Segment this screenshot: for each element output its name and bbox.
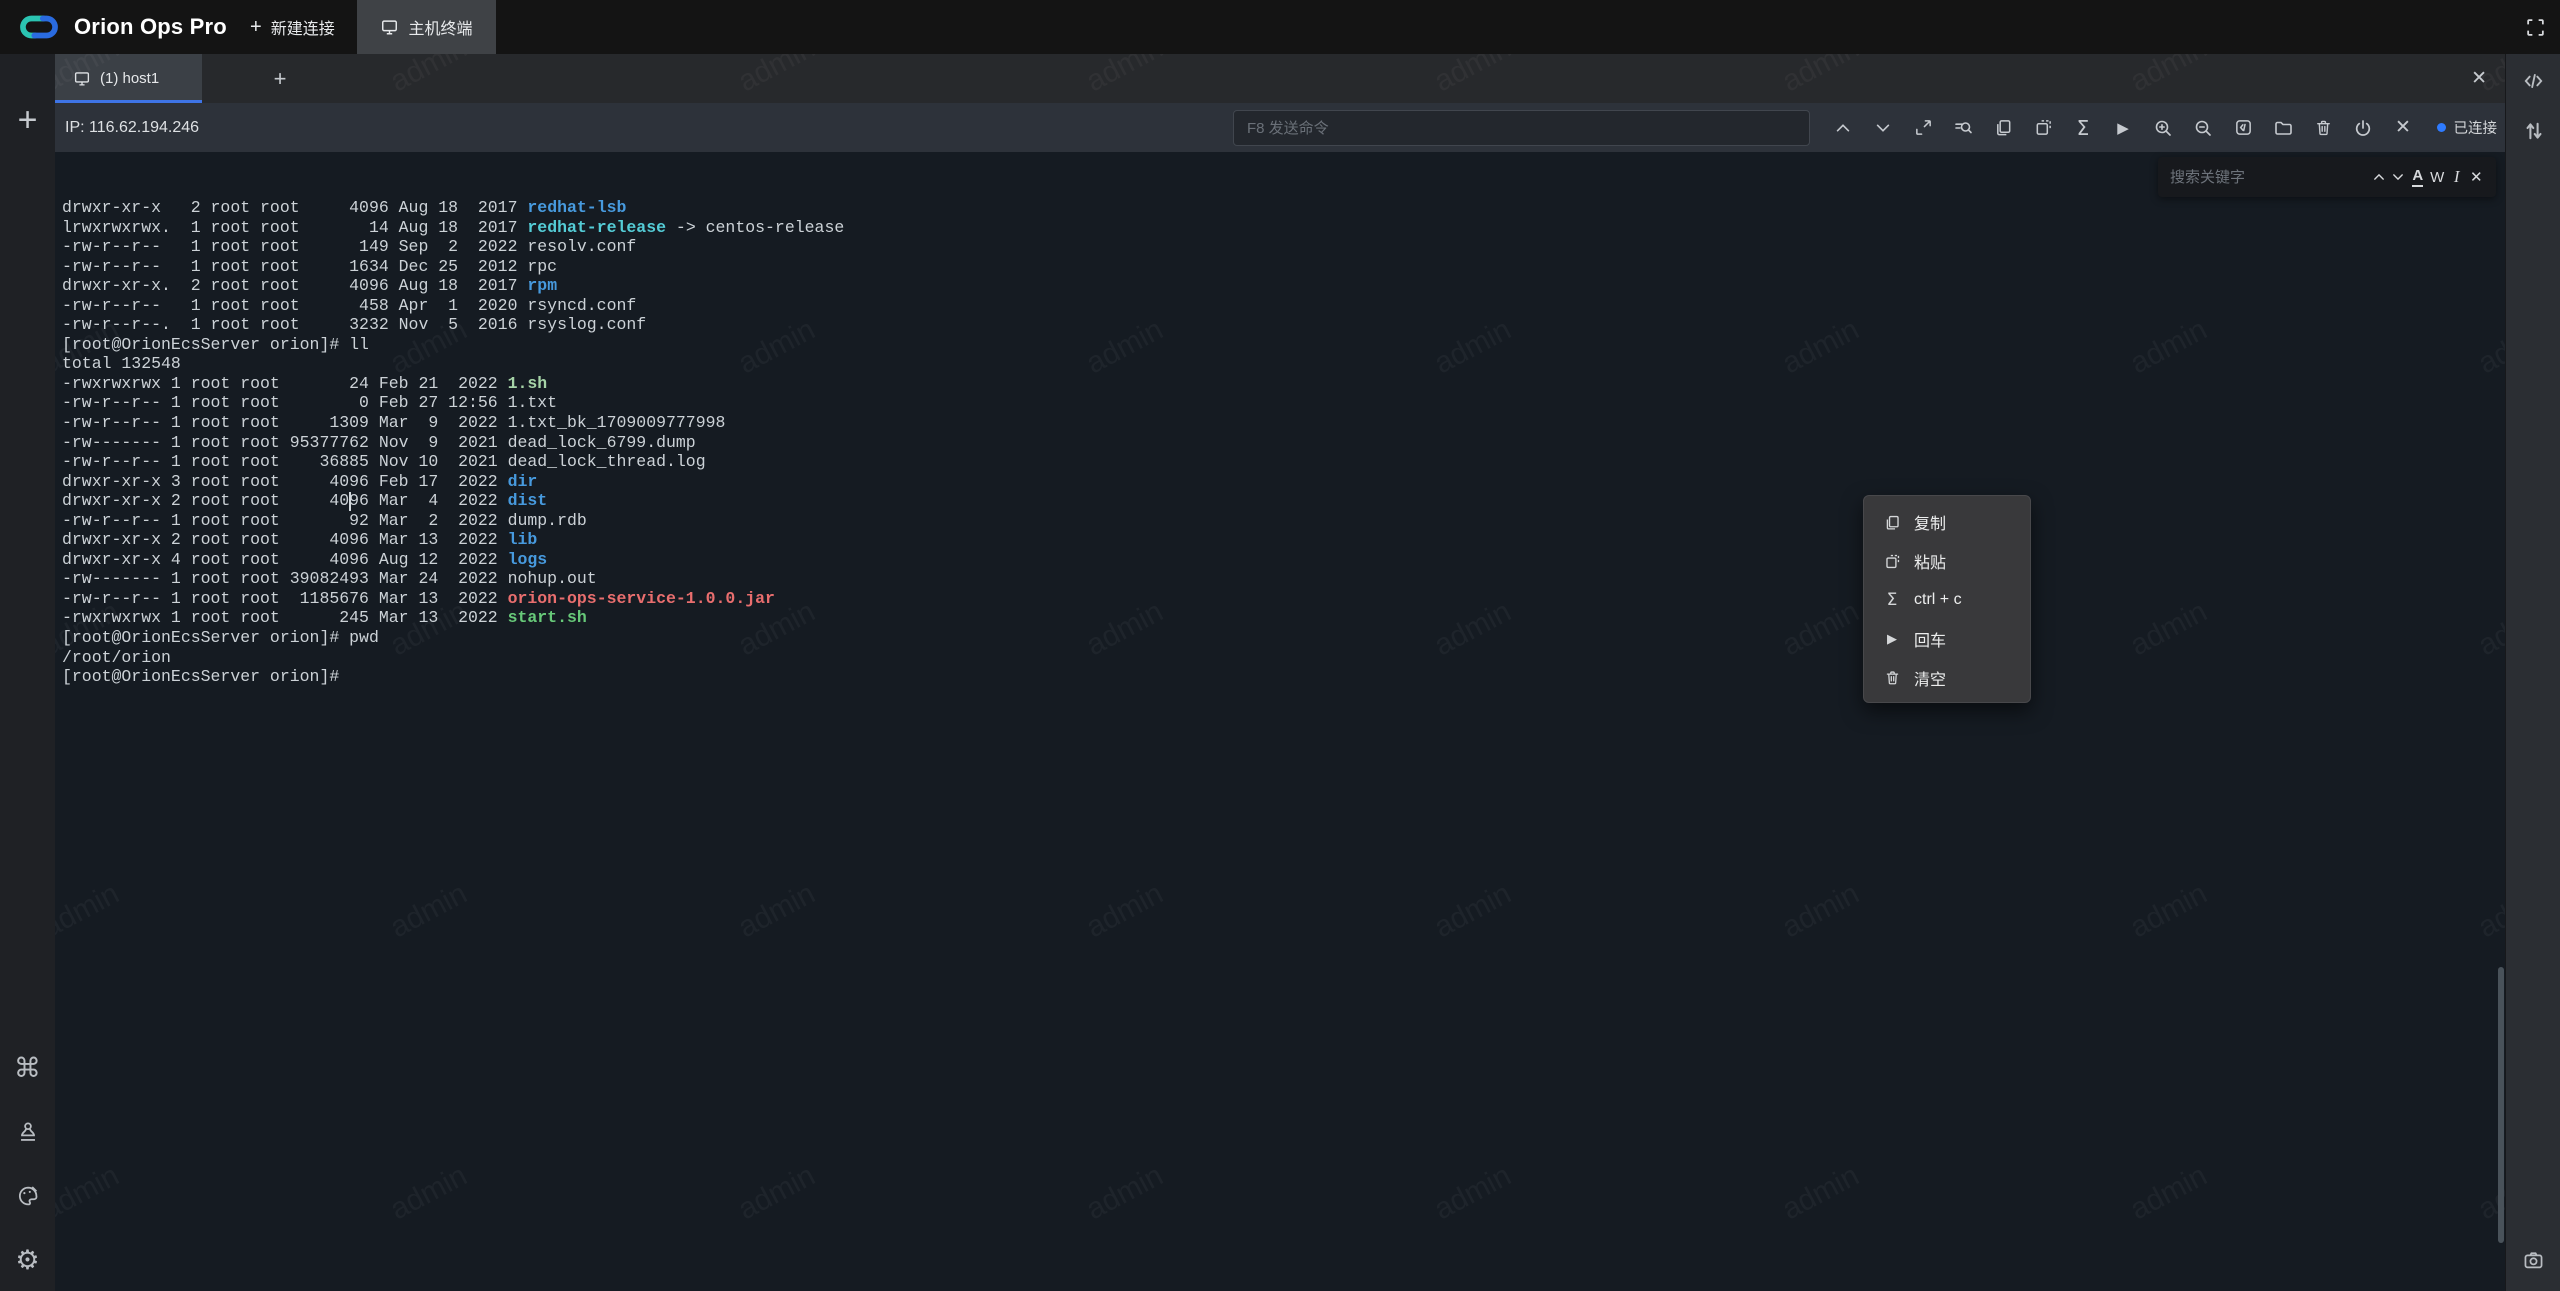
regex-icon[interactable]: I: [2447, 157, 2467, 197]
send-command-input[interactable]: [1233, 110, 1810, 146]
nav-tab-new-connection[interactable]: + 新建连接: [232, 0, 353, 54]
app-header: Orion Ops Pro + 新建连接 主机终端: [0, 0, 2560, 54]
chevron-down-icon[interactable]: [1863, 103, 1903, 152]
match-case-icon[interactable]: A: [2408, 157, 2428, 197]
status-label: 已连接: [2454, 117, 2498, 138]
right-sidebar: [2505, 54, 2560, 1291]
stamp-icon[interactable]: [0, 1111, 55, 1153]
code-icon[interactable]: [2506, 58, 2560, 104]
monitor-icon: [73, 70, 91, 87]
terminal-line: -rw-r--r-- 1 root root 458 Apr 1 2020 rs…: [62, 296, 2505, 316]
sigma-icon[interactable]: Σ: [2063, 103, 2103, 152]
paste-icon: [1883, 553, 1901, 570]
terminal-line: -rw-r--r-- 1 root root 0 Feb 27 12:56 1.…: [62, 393, 2505, 413]
search-prev-icon[interactable]: [2369, 157, 2389, 197]
menu-item-paste[interactable]: 粘贴: [1864, 542, 2030, 581]
search-next-icon[interactable]: [2389, 157, 2409, 197]
terminal-line: -rw-r--r-- 1 root root 1309 Mar 9 2022 1…: [62, 413, 2505, 433]
zoom-in-icon[interactable]: [2143, 103, 2183, 152]
terminal-line: [root@OrionEcsServer orion]# ll: [62, 335, 2505, 355]
copy-icon: [1883, 514, 1901, 531]
terminal-line: -rw-r--r-- 1 root root 1185676 Mar 13 20…: [62, 589, 2505, 609]
terminal-toolbar: Σ ▶ ✕: [1823, 103, 2423, 152]
terminal-line: -rw-r--r-- 1 root root 36885 Nov 10 2021…: [62, 452, 2505, 472]
close-terminal-icon[interactable]: ✕: [2471, 54, 2487, 103]
command-icon[interactable]: ⌘: [0, 1047, 55, 1089]
menu-item-enter[interactable]: ▶ 回车: [1864, 619, 2030, 658]
menu-item-clear[interactable]: 清空: [1864, 658, 2030, 697]
settings-gear-icon[interactable]: ⚙: [0, 1239, 55, 1281]
add-connection-button[interactable]: +: [0, 100, 55, 140]
terminal-scrollbar-thumb[interactable]: [2498, 967, 2504, 1243]
expand-icon[interactable]: [1903, 103, 1943, 152]
terminal-line: drwxr-xr-x 3 root root 4096 Feb 17 2022 …: [62, 472, 2505, 492]
terminal-line: [root@OrionEcsServer orion]#: [62, 667, 2505, 687]
terminal-line: drwxr-xr-x 2 root root 4096 Aug 18 2017 …: [62, 198, 2505, 218]
terminal-line: -rwxrwxrwx 1 root root 245 Mar 13 2022 s…: [62, 608, 2505, 628]
search-close-icon[interactable]: ✕: [2467, 157, 2487, 197]
whole-word-icon[interactable]: W: [2428, 157, 2448, 197]
play-icon: ▶: [1883, 631, 1901, 647]
terminal-screen[interactable]: drwxr-xr-x 2 root root 4096 Aug 18 2017 …: [55, 152, 2505, 1291]
terminal-line: -rw-r--r-- 1 root root 149 Sep 2 2022 re…: [62, 237, 2505, 257]
brand: Orion Ops Pro: [16, 0, 227, 54]
folder-icon[interactable]: [2263, 103, 2303, 152]
paste-icon[interactable]: [2023, 103, 2063, 152]
trash-icon[interactable]: [2303, 103, 2343, 152]
code-block-icon[interactable]: [2223, 103, 2263, 152]
terminal-line: drwxr-xr-x 2 root root 4096 Mar 4 2022 d…: [62, 491, 2505, 511]
session-tab-bar: (1) host1 + ✕: [55, 54, 2505, 103]
session-tab-host1[interactable]: (1) host1: [55, 54, 202, 103]
connection-bar: IP: 116.62.194.246 Σ ▶: [55, 103, 2505, 152]
play-icon[interactable]: ▶: [2103, 103, 2143, 152]
zoom-out-icon[interactable]: [2183, 103, 2223, 152]
terminal-line: drwxr-xr-x 4 root root 4096 Aug 12 2022 …: [62, 550, 2505, 570]
terminal-search-panel: A W I ✕: [2158, 157, 2496, 197]
nav-tab-host-terminal[interactable]: 主机终端: [357, 0, 496, 54]
terminal-line: total 132548: [62, 354, 2505, 374]
terminal-line: lrwxrwxrwx. 1 root root 14 Aug 18 2017 r…: [62, 218, 2505, 238]
monitor-icon: [380, 18, 399, 36]
close-icon[interactable]: ✕: [2383, 103, 2423, 152]
terminal-line: drwxr-xr-x 2 root root 4096 Mar 13 2022 …: [62, 530, 2505, 550]
power-icon[interactable]: [2343, 103, 2383, 152]
terminal-line: -rw-r--r-- 1 root root 1634 Dec 25 2012 …: [62, 257, 2505, 277]
terminal-line: -rw------- 1 root root 95377762 Nov 9 20…: [62, 433, 2505, 453]
screenshot-camera-icon[interactable]: [2506, 1239, 2560, 1281]
palette-icon[interactable]: [0, 1175, 55, 1217]
trash-icon: [1883, 669, 1901, 686]
new-session-tab-button[interactable]: +: [263, 54, 297, 103]
terminal-line: [root@OrionEcsServer orion]# pwd: [62, 628, 2505, 648]
connection-status: 已连接: [2437, 103, 2498, 152]
plus-icon: +: [250, 16, 262, 39]
menu-item-ctrl-c[interactable]: Σ ctrl + c: [1864, 581, 2030, 620]
context-menu: 复制 粘贴 Σ ctrl + c ▶ 回车 清空: [1863, 495, 2031, 703]
app-logo-icon: [16, 10, 62, 44]
left-sidebar: + ⌘ ⚙: [0, 54, 55, 1291]
menu-item-copy[interactable]: 复制: [1864, 503, 2030, 542]
text-cursor: [349, 492, 351, 511]
swap-vertical-icon[interactable]: [2506, 108, 2560, 154]
copy-icon[interactable]: [1983, 103, 2023, 152]
status-dot: [2437, 123, 2446, 132]
terminal-line: /root/orion: [62, 648, 2505, 668]
terminal-line: -rw-r--r-- 1 root root 92 Mar 2 2022 dum…: [62, 511, 2505, 531]
fullscreen-icon[interactable]: [2525, 0, 2546, 54]
terminal-line: -rwxrwxrwx 1 root root 24 Feb 21 2022 1.…: [62, 374, 2505, 394]
terminal-line: -rw-r--r--. 1 root root 3232 Nov 5 2016 …: [62, 315, 2505, 335]
terminal-line: drwxr-xr-x. 2 root root 4096 Aug 18 2017…: [62, 276, 2505, 296]
chevron-up-icon[interactable]: [1823, 103, 1863, 152]
terminal-line: -rw------- 1 root root 39082493 Mar 24 2…: [62, 569, 2505, 589]
search-input[interactable]: [2170, 169, 2369, 186]
sigma-icon: Σ: [1883, 590, 1901, 610]
app-title: Orion Ops Pro: [74, 14, 227, 40]
search-log-icon[interactable]: [1943, 103, 1983, 152]
host-ip-label: IP: 116.62.194.246: [65, 103, 199, 152]
